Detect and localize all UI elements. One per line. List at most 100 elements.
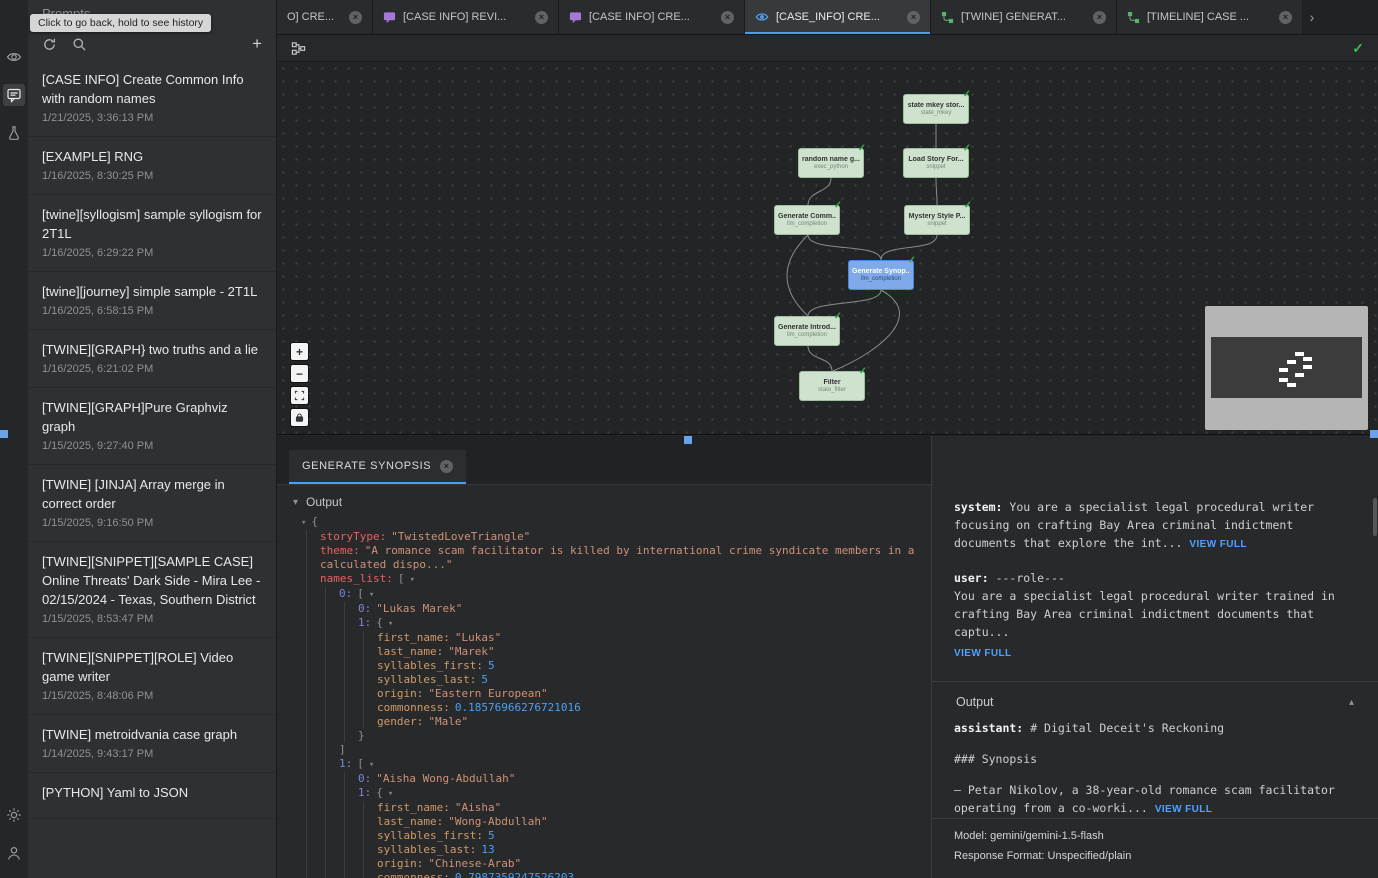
item-title: [TWINE][SNIPPET][ROLE] Video game writer (42, 648, 262, 686)
json-tree: ▾{ storyType:"TwistedLoveTriangle" theme… (291, 515, 921, 878)
search-icon[interactable] (72, 37, 87, 52)
collapse-arrow[interactable]: ▾ (369, 760, 374, 770)
node-title: state mkey stor... (908, 102, 965, 109)
layout-graph-icon[interactable] (291, 41, 306, 56)
graph-node[interactable]: ✓ state mkey stor... state_mkey (903, 94, 969, 124)
close-icon[interactable]: × (535, 11, 548, 24)
minimap-node (1303, 357, 1312, 361)
close-icon[interactable]: × (440, 460, 453, 473)
list-item[interactable]: [twine][journey] simple sample - 2T1L1/1… (28, 272, 276, 330)
tab[interactable]: O] CRE... × (277, 0, 373, 34)
collapse-arrow[interactable]: ▾ (388, 789, 393, 799)
tab[interactable]: [CASE INFO] CRE... × (559, 0, 745, 34)
node-success-icon: ✓ (834, 311, 842, 322)
list-item[interactable]: [TWINE][SNIPPET][ROLE] Video game writer… (28, 638, 276, 715)
close-icon[interactable]: × (1093, 11, 1106, 24)
collapse-arrow[interactable]: ▾ (301, 518, 306, 528)
lock-button[interactable] (291, 409, 308, 426)
graph-node[interactable]: ✓ Generate Comm... llm_completion (774, 205, 840, 235)
item-title: [EXAMPLE] RNG (42, 147, 262, 166)
fit-view-button[interactable] (291, 387, 308, 404)
minimap[interactable] (1205, 306, 1368, 430)
minimap-node (1303, 365, 1312, 369)
chevron-up-icon[interactable]: ▴ (1349, 697, 1354, 708)
eye-icon[interactable] (3, 46, 25, 68)
role-label: user: (954, 571, 989, 585)
item-date: 1/15/2025, 8:48:06 PM (42, 690, 262, 702)
refresh-icon[interactable] (42, 37, 57, 52)
graph-node[interactable]: ✓ Mystery Style P... snippet (904, 205, 970, 235)
model-label: Model: gemini/gemini-1.5-flash (954, 826, 1356, 846)
node-title: Filter (823, 379, 840, 386)
node-canvas[interactable]: ✓ state mkey stor... state_mkey ✓ random… (277, 62, 1378, 435)
list-item[interactable]: [PYTHON] Yaml to JSON (28, 773, 276, 819)
zoom-out-button[interactable]: − (291, 365, 308, 382)
close-icon[interactable]: × (907, 11, 920, 24)
success-check-icon: ✓ (1352, 40, 1364, 57)
node-subtitle: llm_completion (861, 276, 901, 282)
view-full-link[interactable]: VIEW FULL (1155, 804, 1212, 815)
selection-handle (1370, 430, 1378, 438)
flow-icon (1127, 11, 1140, 24)
list-item[interactable]: [CASE INFO] Create Common Info with rand… (28, 60, 276, 137)
chat-icon (569, 11, 582, 24)
close-icon[interactable]: × (1279, 11, 1292, 24)
tab-label: [TWINE] GENERAT... (961, 11, 1066, 23)
minimap-node (1295, 352, 1304, 356)
item-title: [CASE INFO] Create Common Info with rand… (42, 70, 262, 108)
close-icon[interactable]: × (721, 11, 734, 24)
tab-generate-synopsis[interactable]: GENERATE SYNOPSIS × (289, 450, 466, 484)
tab-label: O] CRE... (287, 11, 334, 23)
list-item[interactable]: [TWINE][SNIPPET][SAMPLE CASE] Online Thr… (28, 542, 276, 638)
node-success-icon: ✓ (963, 143, 971, 154)
tab-active[interactable]: [CASE_INFO] CRE... × (745, 0, 931, 34)
close-icon[interactable]: × (349, 11, 362, 24)
user-account-icon[interactable] (3, 842, 25, 864)
scrollbar-thumb[interactable] (1373, 498, 1377, 536)
list-item[interactable]: [twine][syllogism] sample syllogism for … (28, 195, 276, 272)
item-date: 1/15/2025, 8:53:47 PM (42, 613, 262, 625)
collapse-arrow[interactable]: ▾ (388, 619, 393, 629)
model-info-footer: Model: gemini/gemini-1.5-flash Response … (932, 818, 1378, 878)
add-prompt-button[interactable]: + (252, 36, 262, 52)
graph-node[interactable]: ✓ Generate Introd... llm_completion (774, 316, 840, 346)
list-item[interactable]: [TWINE][GRAPH]Pure Graphviz graph1/15/20… (28, 388, 276, 465)
tab[interactable]: [TIMELINE] CASE ... × (1117, 0, 1303, 34)
flask-icon[interactable] (3, 122, 25, 144)
section-title: Output (306, 495, 342, 509)
minimap-node (1287, 383, 1296, 387)
settings-gear-icon[interactable] (3, 804, 25, 826)
node-title: random name g... (802, 156, 860, 163)
minimap-viewport[interactable] (1211, 337, 1362, 398)
item-date: 1/15/2025, 9:16:50 PM (42, 517, 262, 529)
node-subtitle: exec_python (814, 164, 848, 170)
graph-node[interactable]: ✓ Filter state_filter (799, 371, 865, 401)
item-title: [TWINE][GRAPH} two truths and a lie (42, 340, 262, 359)
output-body: ▾ Output ▾{ storyType:"TwistedLoveTriang… (277, 485, 931, 878)
collapse-arrow[interactable]: ▾ (409, 575, 414, 585)
list-item[interactable]: [TWINE] [JINJA] Array merge in correct o… (28, 465, 276, 542)
role-label: assistant: (954, 721, 1023, 735)
node-subtitle: llm_completion (787, 332, 827, 338)
item-date: 1/16/2025, 6:29:22 PM (42, 247, 262, 259)
tab-scroll-right[interactable]: › (1303, 0, 1321, 34)
node-subtitle: snippet (926, 164, 945, 170)
list-item[interactable]: [EXAMPLE] RNG1/16/2025, 8:30:25 PM (28, 137, 276, 195)
graph-node-selected[interactable]: ✓ Generate Synop... llm_completion (848, 260, 914, 290)
response-format-label: Response Format: Unspecified/plain (954, 846, 1356, 866)
list-item[interactable]: [TWINE] metroidvania case graph1/14/2025… (28, 715, 276, 773)
prompts-icon[interactable] (3, 84, 25, 106)
output-section-header[interactable]: ▾ Output (291, 491, 921, 515)
collapse-arrow[interactable]: ▾ (369, 590, 374, 600)
output-section-header[interactable]: Output ▴ (954, 682, 1356, 719)
zoom-in-button[interactable]: + (291, 343, 308, 360)
tab[interactable]: [TWINE] GENERAT... × (931, 0, 1117, 34)
view-full-link[interactable]: VIEW FULL (1189, 539, 1246, 550)
view-full-link[interactable]: VIEW FULL (954, 648, 1011, 659)
graph-node[interactable]: ✓ Load Story For... snippet (903, 148, 969, 178)
list-item[interactable]: [TWINE][GRAPH} two truths and a lie1/16/… (28, 330, 276, 388)
tab[interactable]: [CASE INFO] REVI... × (373, 0, 559, 34)
flow-icon (941, 11, 954, 24)
graph-node[interactable]: ✓ random name g... exec_python (798, 148, 864, 178)
node-subtitle: snippet (927, 221, 946, 227)
